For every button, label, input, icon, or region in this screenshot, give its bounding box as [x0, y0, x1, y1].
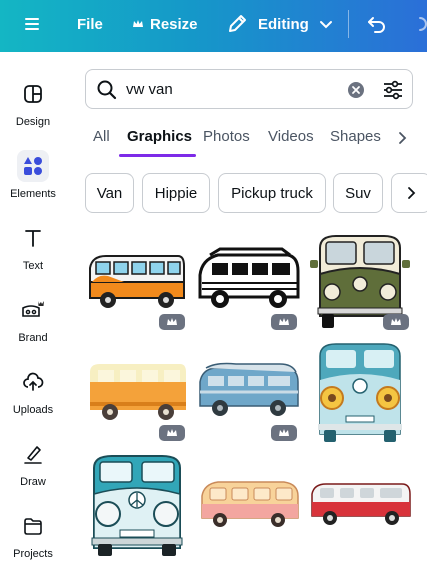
tab-graphics[interactable]: Graphics	[127, 128, 192, 145]
sidebar-item-label: Elements	[10, 188, 56, 200]
premium-badge	[383, 314, 409, 330]
uploads-icon	[17, 366, 49, 398]
sidebar-item-uploads[interactable]: Uploads	[0, 360, 66, 426]
sidebar-item-label: Projects	[13, 548, 53, 560]
sidebar: Design Elements Text Brand Uploads Draw	[0, 52, 66, 563]
teal-flower-bus-front-graphic	[318, 343, 402, 442]
sidebar-item-draw[interactable]: Draw	[0, 432, 66, 498]
chevron-right-icon	[408, 187, 416, 199]
crown-icon	[279, 429, 289, 436]
black-white-bus-graphic	[198, 247, 300, 308]
chevron-right-icon[interactable]	[395, 130, 409, 146]
crown-icon	[167, 429, 177, 436]
chip-label: Suv	[345, 184, 371, 202]
sidebar-item-text[interactable]: Text	[0, 216, 66, 282]
resize-label: Resize	[150, 15, 198, 33]
clear-search-icon[interactable]	[348, 82, 364, 98]
result-graphic[interactable]	[308, 340, 412, 444]
active-tab-indicator	[119, 154, 196, 157]
search-bar[interactable]: vw van	[85, 69, 413, 109]
result-graphic[interactable]	[84, 248, 190, 314]
peach-pink-van-graphic	[201, 481, 299, 527]
pencil-icon	[229, 15, 246, 32]
crown-icon	[133, 20, 143, 27]
chip-label: Hippie	[154, 184, 198, 202]
file-label: File	[77, 15, 103, 33]
search-input[interactable]: vw van	[126, 81, 173, 98]
redo-icon	[419, 17, 427, 31]
undo-button[interactable]	[366, 0, 388, 48]
chip-pickup-truck[interactable]: Pickup truck	[218, 173, 326, 213]
tab-shapes[interactable]: Shapes	[330, 128, 381, 145]
top-bar: File Resize Editing	[0, 0, 427, 52]
resize-button[interactable]: Resize	[131, 0, 198, 48]
text-icon	[17, 222, 49, 254]
orange-cream-van-graphic	[90, 364, 186, 420]
editing-label: Editing	[258, 15, 309, 33]
elements-icon	[17, 150, 49, 182]
crown-icon	[391, 318, 401, 325]
crown-icon	[279, 318, 289, 325]
teal-peace-bus-front-graphic	[91, 455, 183, 556]
premium-badge	[271, 425, 297, 441]
undo-icon	[368, 17, 385, 33]
sidebar-item-label: Brand	[18, 332, 48, 344]
sidebar-item-label: Uploads	[12, 404, 54, 416]
search-icon	[97, 80, 117, 100]
editing-mode-button[interactable]: Editing	[226, 0, 333, 48]
chips-scroll-button[interactable]	[391, 173, 427, 213]
result-graphic[interactable]	[84, 452, 190, 558]
content-tabs: All Graphics Photos Videos Shapes	[85, 126, 427, 158]
tab-videos[interactable]: Videos	[268, 128, 314, 145]
sidebar-item-projects[interactable]: Projects	[0, 504, 66, 570]
projects-icon	[17, 510, 49, 542]
red-white-van-graphic	[311, 483, 411, 525]
file-menu-button[interactable]: File	[77, 0, 103, 48]
result-graphic[interactable]	[196, 478, 302, 534]
crown-icon	[167, 318, 177, 325]
premium-badge	[271, 314, 297, 330]
menu-button[interactable]	[22, 0, 42, 48]
tab-photos[interactable]: Photos	[203, 128, 250, 145]
sidebar-item-brand[interactable]: Brand	[0, 288, 66, 354]
chip-van[interactable]: Van	[85, 173, 134, 213]
sidebar-item-label: Draw	[20, 476, 46, 488]
tab-all[interactable]: All	[93, 128, 110, 145]
brand-icon	[17, 294, 49, 326]
redo-button[interactable]	[410, 0, 427, 48]
chevron-down-icon	[319, 21, 332, 29]
result-graphic[interactable]	[196, 362, 302, 422]
premium-badge	[159, 425, 185, 441]
blue-watercolor-van-graphic	[199, 362, 299, 416]
chip-suv[interactable]: Suv	[333, 173, 383, 213]
draw-icon	[17, 438, 49, 470]
filter-sliders-icon[interactable]	[382, 79, 404, 101]
result-graphic[interactable]	[308, 480, 414, 530]
chip-label: Van	[96, 184, 123, 202]
sidebar-item-label: Text	[22, 260, 44, 272]
result-graphic[interactable]	[196, 245, 302, 313]
premium-badge	[159, 314, 185, 330]
sidebar-item-label: Design	[15, 116, 51, 128]
sidebar-item-design[interactable]: Design	[0, 72, 66, 138]
chip-label: Pickup truck	[231, 184, 313, 202]
chip-hippie[interactable]: Hippie	[142, 173, 210, 213]
orange-bus-graphic	[89, 255, 185, 308]
hamburger-icon	[25, 18, 39, 30]
topbar-divider	[348, 10, 349, 38]
result-graphic[interactable]	[84, 360, 190, 424]
sidebar-item-elements[interactable]: Elements	[0, 144, 66, 210]
design-icon	[17, 78, 49, 110]
